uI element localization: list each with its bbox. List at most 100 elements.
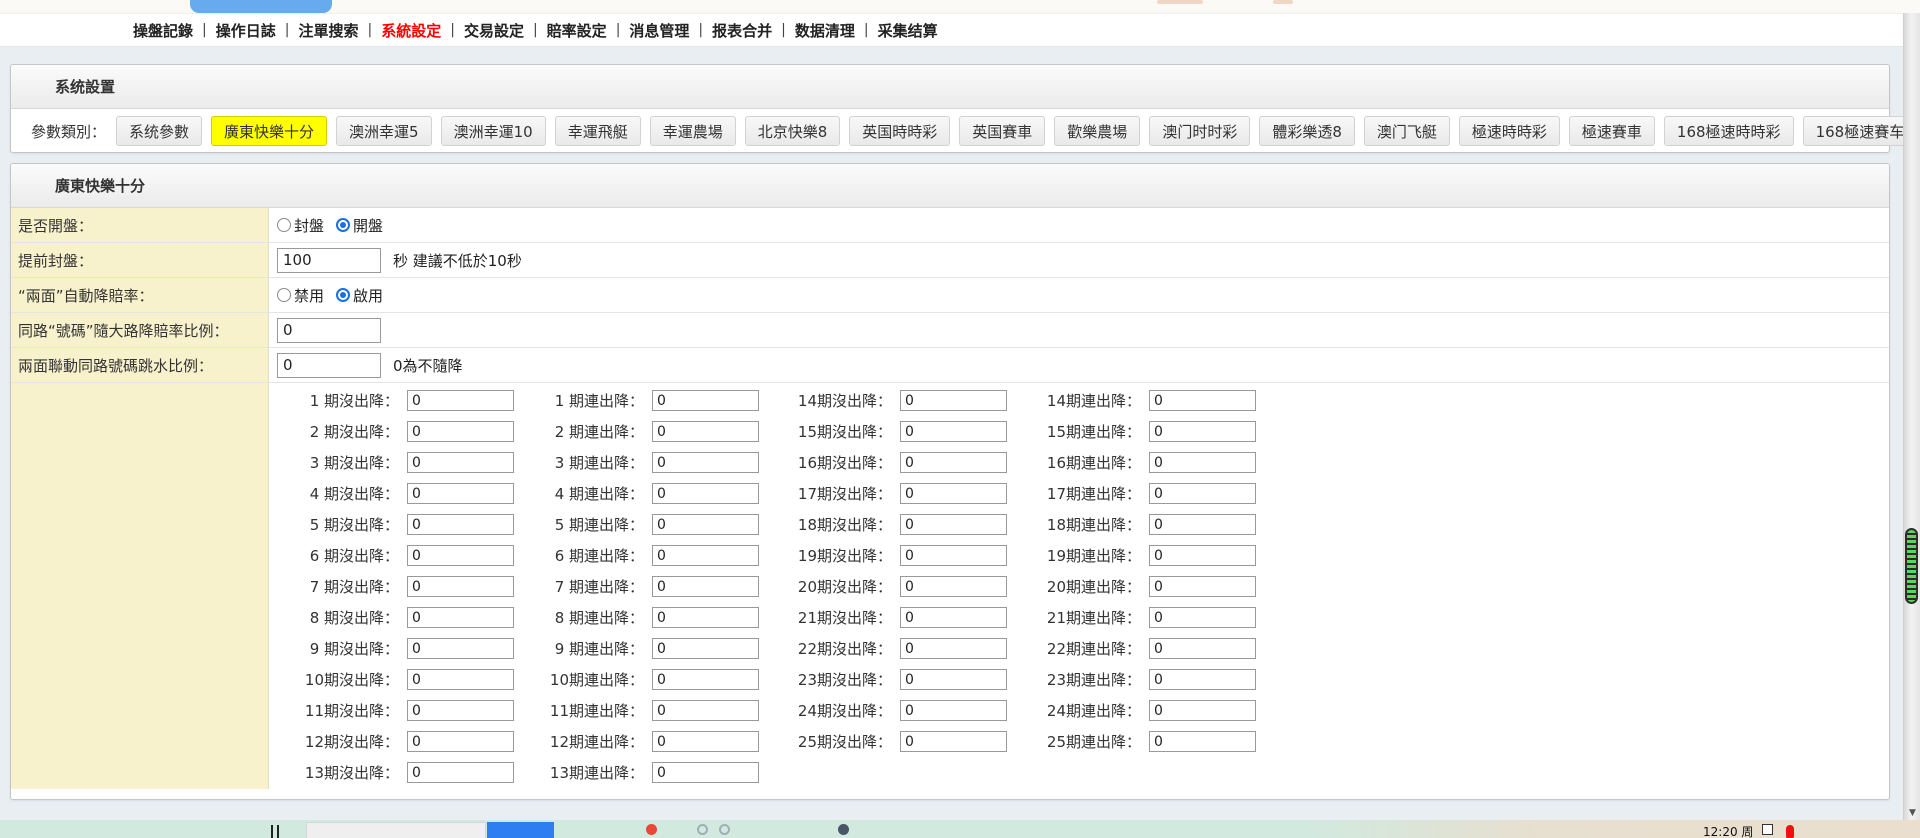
period-input-4-1[interactable] xyxy=(1149,390,1256,411)
category-button-9[interactable]: 英国賽車 xyxy=(959,116,1045,146)
category-button-10[interactable]: 歡樂農場 xyxy=(1054,116,1140,146)
category-button-2[interactable]: 廣東快樂十分 xyxy=(211,116,327,146)
category-button-14[interactable]: 極速時時彩 xyxy=(1459,116,1560,146)
nav-item-7[interactable]: 消息管理 xyxy=(629,20,689,41)
period-input-1-3[interactable] xyxy=(407,452,514,473)
category-button-15[interactable]: 極速賽車 xyxy=(1569,116,1655,146)
form-row-label: “兩面”自動降賠率： xyxy=(11,278,269,312)
scrollbar-thumb[interactable] xyxy=(1905,528,1918,604)
period-input-3-9[interactable] xyxy=(900,638,1007,659)
period-input-3-6[interactable] xyxy=(900,545,1007,566)
taskbar-dark-icon[interactable] xyxy=(838,824,849,835)
form-input-2[interactable] xyxy=(277,248,381,273)
period-input-2-8[interactable] xyxy=(652,607,759,628)
period-input-2-1[interactable] xyxy=(652,390,759,411)
scroll-down-icon[interactable]: ▼ xyxy=(1904,807,1920,819)
taskbar-clock[interactable]: 12:20 周 xyxy=(1703,823,1753,838)
period-input-1-7[interactable] xyxy=(407,576,514,597)
period-input-1-2[interactable] xyxy=(407,421,514,442)
period-input-3-8[interactable] xyxy=(900,607,1007,628)
nav-item-5[interactable]: 交易設定 xyxy=(464,20,524,41)
period-input-3-11[interactable] xyxy=(900,700,1007,721)
category-button-16[interactable]: 168極速時時彩 xyxy=(1664,116,1794,146)
scrollbar-track[interactable]: ▼ xyxy=(1903,13,1920,820)
period-input-4-5[interactable] xyxy=(1149,514,1256,535)
category-button-4[interactable]: 澳洲幸運10 xyxy=(441,116,546,146)
radio-option-1-2[interactable] xyxy=(336,218,350,232)
taskbar-circle-icon[interactable] xyxy=(697,824,708,835)
period-input-2-13[interactable] xyxy=(652,762,759,783)
nav-item-6[interactable]: 賠率設定 xyxy=(547,20,607,41)
radio-option-3-2[interactable] xyxy=(336,288,350,302)
period-input-4-10[interactable] xyxy=(1149,669,1256,690)
category-button-17[interactable]: 168極速賽车 xyxy=(1803,116,1918,146)
period-label: 18期沒出降： xyxy=(762,514,892,535)
period-input-4-2[interactable] xyxy=(1149,421,1256,442)
period-input-2-2[interactable] xyxy=(652,421,759,442)
period-input-4-6[interactable] xyxy=(1149,545,1256,566)
period-input-4-12[interactable] xyxy=(1149,731,1256,752)
period-input-1-6[interactable] xyxy=(407,545,514,566)
period-input-1-1[interactable] xyxy=(407,390,514,411)
period-input-4-7[interactable] xyxy=(1149,576,1256,597)
nav-item-8[interactable]: 报表合并 xyxy=(712,20,772,41)
taskbar-window-item[interactable] xyxy=(306,822,486,838)
taskbar-record-icon[interactable] xyxy=(646,824,657,835)
period-input-3-5[interactable] xyxy=(900,514,1007,535)
category-button-11[interactable]: 澳门时时彩 xyxy=(1149,116,1250,146)
period-input-2-12[interactable] xyxy=(652,731,759,752)
input-hint: 0為不隨降 xyxy=(393,355,463,376)
category-button-13[interactable]: 澳门飞艇 xyxy=(1364,116,1450,146)
period-input-1-12[interactable] xyxy=(407,731,514,752)
period-input-1-8[interactable] xyxy=(407,607,514,628)
nav-item-9[interactable]: 数据清理 xyxy=(795,20,855,41)
radio-option-3-1[interactable] xyxy=(277,288,291,302)
period-input-3-4[interactable] xyxy=(900,483,1007,504)
period-input-3-3[interactable] xyxy=(900,452,1007,473)
period-input-2-10[interactable] xyxy=(652,669,759,690)
period-input-4-9[interactable] xyxy=(1149,638,1256,659)
period-input-1-11[interactable] xyxy=(407,700,514,721)
taskbar-circle-icon[interactable] xyxy=(719,824,730,835)
period-input-3-12[interactable] xyxy=(900,731,1007,752)
category-button-5[interactable]: 幸運飛艇 xyxy=(555,116,641,146)
period-input-2-3[interactable] xyxy=(652,452,759,473)
period-input-3-10[interactable] xyxy=(900,669,1007,690)
period-input-3-1[interactable] xyxy=(900,390,1007,411)
taskbar-active-window-item[interactable] xyxy=(487,822,554,838)
category-button-6[interactable]: 幸運農場 xyxy=(650,116,736,146)
period-input-4-3[interactable] xyxy=(1149,452,1256,473)
period-input-2-5[interactable] xyxy=(652,514,759,535)
nav-item-10[interactable]: 采集结算 xyxy=(878,20,938,41)
period-input-4-11[interactable] xyxy=(1149,700,1256,721)
form-input-5[interactable] xyxy=(277,353,381,378)
period-input-1-13[interactable] xyxy=(407,762,514,783)
radio-option-1-1[interactable] xyxy=(277,218,291,232)
period-input-1-4[interactable] xyxy=(407,483,514,504)
period-input-4-4[interactable] xyxy=(1149,483,1256,504)
browser-tab[interactable] xyxy=(190,0,332,13)
nav-item-4[interactable]: 系統設定 xyxy=(381,20,441,41)
category-button-7[interactable]: 北京快樂8 xyxy=(745,116,841,146)
period-input-1-9[interactable] xyxy=(407,638,514,659)
period-input-3-7[interactable] xyxy=(900,576,1007,597)
nav-item-2[interactable]: 操作日誌 xyxy=(216,20,276,41)
period-input-1-10[interactable] xyxy=(407,669,514,690)
category-button-1[interactable]: 系统參數 xyxy=(116,116,202,146)
period-input-2-4[interactable] xyxy=(652,483,759,504)
form-input-4[interactable] xyxy=(277,318,381,343)
period-row: 13期沒出降： xyxy=(269,757,514,788)
period-input-2-7[interactable] xyxy=(652,576,759,597)
period-input-2-9[interactable] xyxy=(652,638,759,659)
category-button-12[interactable]: 體彩樂透8 xyxy=(1259,116,1355,146)
calendar-icon[interactable] xyxy=(1762,824,1773,835)
period-input-2-6[interactable] xyxy=(652,545,759,566)
period-input-3-2[interactable] xyxy=(900,421,1007,442)
category-button-8[interactable]: 英国時時彩 xyxy=(849,116,950,146)
period-input-2-11[interactable] xyxy=(652,700,759,721)
period-input-1-5[interactable] xyxy=(407,514,514,535)
nav-item-3[interactable]: 注單搜索 xyxy=(298,20,358,41)
nav-item-1[interactable]: 操盤記錄 xyxy=(133,20,193,41)
category-button-3[interactable]: 澳洲幸運5 xyxy=(336,116,432,146)
period-input-4-8[interactable] xyxy=(1149,607,1256,628)
